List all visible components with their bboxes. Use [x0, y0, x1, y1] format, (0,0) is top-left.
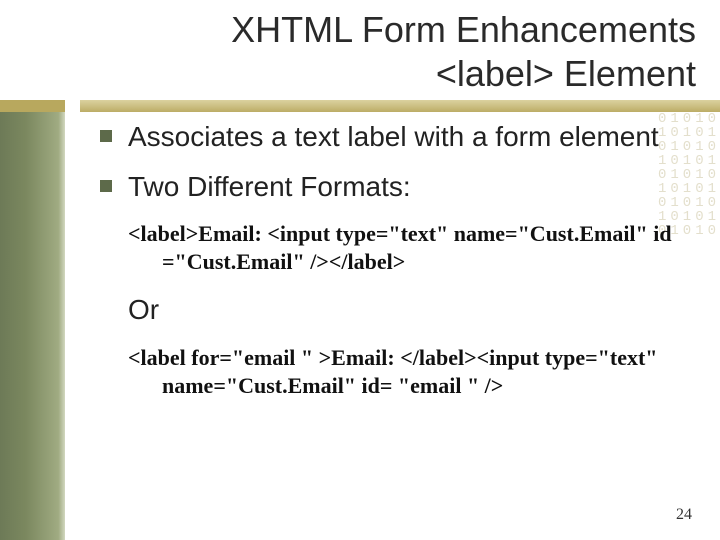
bullet-text: Two Different Formats: [128, 170, 411, 204]
bullet-item: Two Different Formats: [100, 170, 690, 204]
title-line-1: XHTML Form Enhancements [231, 9, 696, 50]
decor-band-right [80, 100, 720, 112]
code-example-1: <label>Email: <input type="text" name="C… [128, 220, 690, 276]
code-text: <label>Email: <input type="text" name="C… [128, 220, 690, 276]
decor-left-rail [0, 112, 65, 540]
decor-band-left [0, 100, 65, 112]
title-line-2: <label> Element [436, 53, 696, 94]
bullet-text: Associates a text label with a form elem… [128, 120, 659, 154]
slide: 01010 10101 01010 10101 01010 10101 0101… [0, 0, 720, 540]
page-number: 24 [676, 506, 692, 524]
code-example-2: <label for="email " >Email: </label><inp… [128, 344, 690, 400]
code-text: <label for="email " >Email: </label><inp… [128, 344, 690, 400]
bullet-item: Associates a text label with a form elem… [100, 120, 690, 154]
bullet-square-icon [100, 130, 112, 142]
slide-body: Associates a text label with a form elem… [100, 120, 690, 418]
or-separator: Or [128, 294, 690, 326]
slide-title: XHTML Form Enhancements <label> Element [120, 8, 696, 96]
bullet-square-icon [100, 180, 112, 192]
